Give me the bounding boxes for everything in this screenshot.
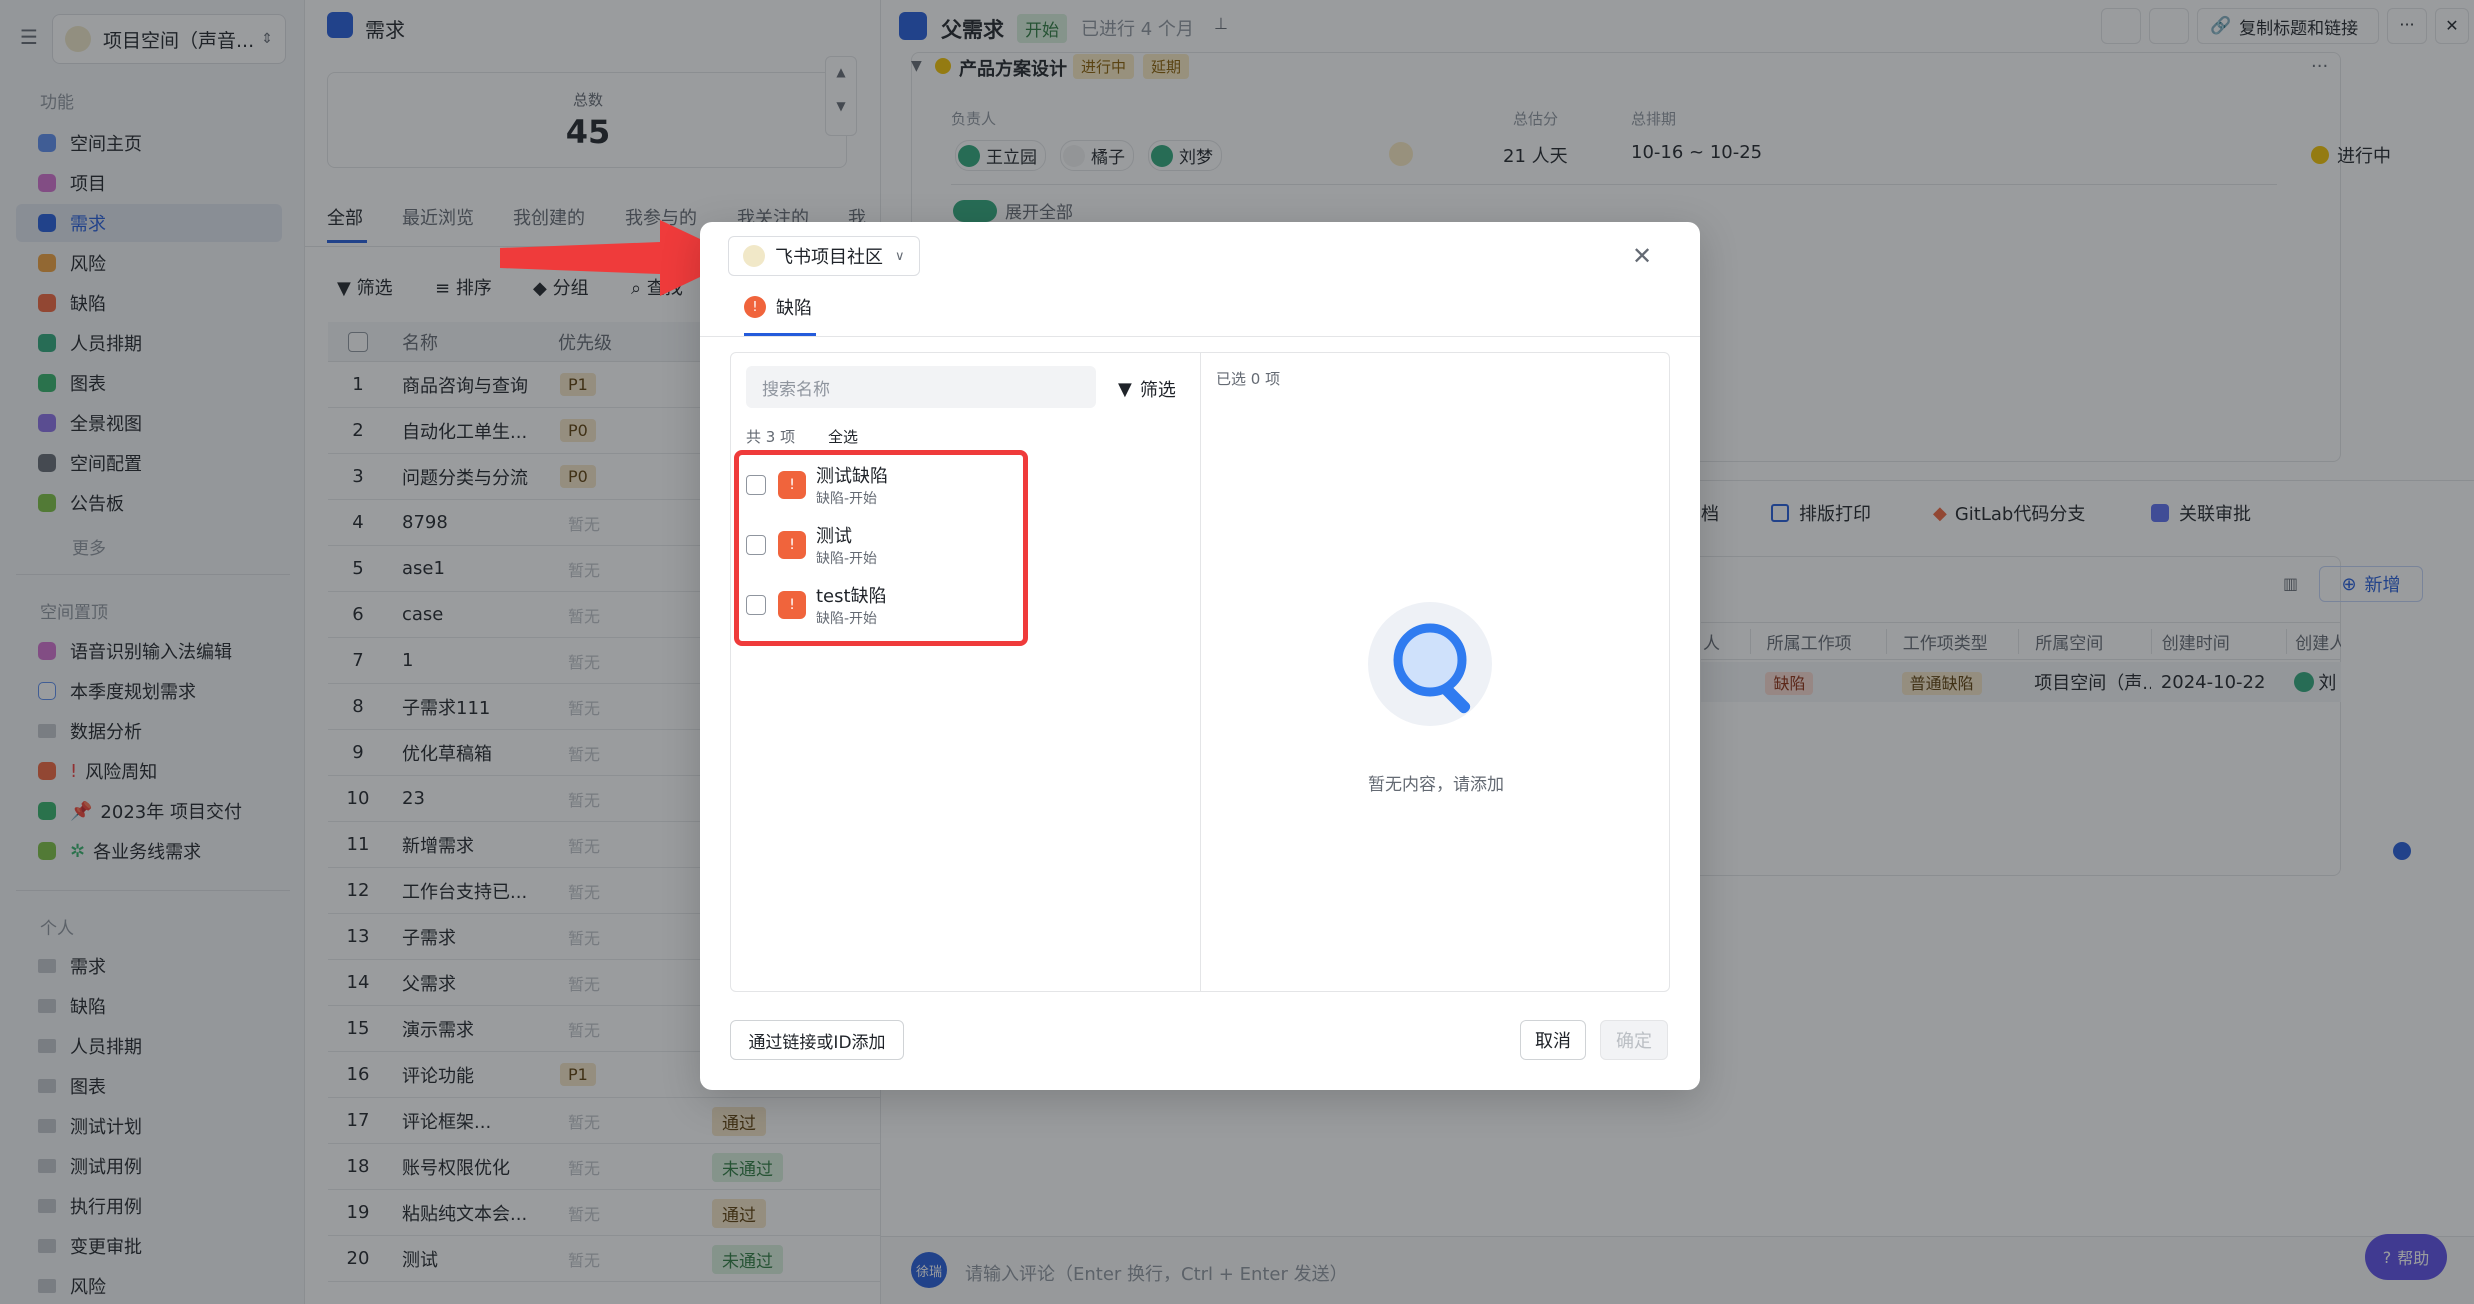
select-all-link[interactable]: 全选	[828, 426, 858, 447]
item-status: 缺陷-开始	[816, 551, 878, 567]
defect-icon: !	[778, 591, 806, 619]
selected-count: 已选 0 项	[1216, 370, 1281, 388]
filter-icon: ▼	[1118, 378, 1132, 400]
close-icon[interactable]: ✕	[1632, 242, 1652, 270]
item-status: 缺陷-开始	[816, 491, 878, 507]
empty-search-icon	[1368, 602, 1492, 726]
item-checkbox[interactable]	[746, 475, 766, 495]
defect-icon: !	[744, 296, 766, 318]
defect-icon: !	[778, 471, 806, 499]
add-by-link-button[interactable]: 通过链接或ID添加	[730, 1020, 904, 1060]
space-selector[interactable]: 飞书项目社区 ∨	[728, 236, 920, 276]
chevron-down-icon: ∨	[895, 248, 905, 264]
item-count: 共 3 项	[746, 428, 796, 446]
item-status: 缺陷-开始	[816, 611, 878, 627]
item-checkbox[interactable]	[746, 535, 766, 555]
add-defect-dialog: 飞书项目社区 ∨ ✕ ! 缺陷 搜索名称 ▼ 筛选 共 3 项 全选 ! 测试缺陷…	[700, 222, 1700, 1090]
cancel-button[interactable]: 取消	[1520, 1020, 1586, 1060]
defect-item[interactable]: ! test缺陷 缺陷-开始	[746, 582, 887, 628]
space-avatar-icon	[743, 245, 765, 267]
defect-item[interactable]: ! 测试 缺陷-开始	[746, 522, 877, 568]
item-title: test缺陷	[816, 586, 887, 607]
search-input[interactable]: 搜索名称	[746, 366, 1096, 408]
tab-defect[interactable]: ! 缺陷	[744, 294, 812, 320]
item-title: 测试	[816, 526, 852, 547]
defect-item[interactable]: ! 测试缺陷 缺陷-开始	[746, 462, 888, 508]
item-checkbox[interactable]	[746, 595, 766, 615]
filter-button[interactable]: ▼ 筛选	[1118, 376, 1176, 402]
item-title: 测试缺陷	[816, 466, 888, 487]
confirm-button[interactable]: 确定	[1600, 1020, 1668, 1060]
empty-text: 暂无内容，请添加	[1368, 775, 1504, 795]
defect-icon: !	[778, 531, 806, 559]
